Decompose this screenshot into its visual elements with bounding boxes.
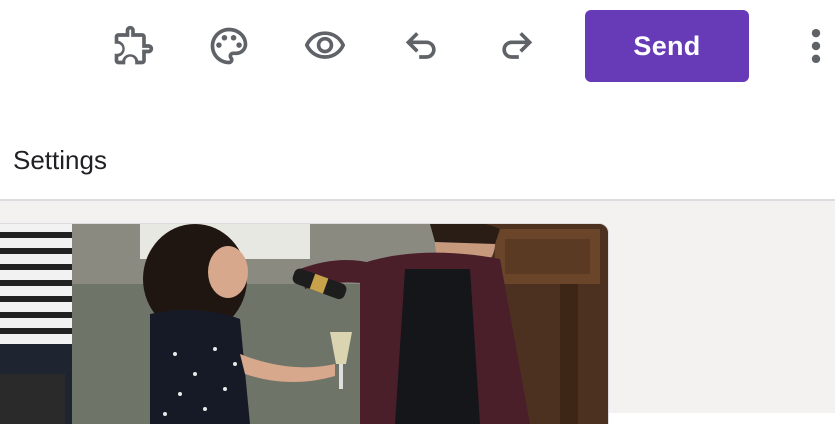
header-image bbox=[0, 223, 609, 424]
add-ons-icon[interactable] bbox=[107, 20, 159, 72]
send-button[interactable]: Send bbox=[585, 10, 749, 82]
customize-theme-icon[interactable] bbox=[203, 20, 255, 72]
form-canvas bbox=[0, 201, 835, 424]
preview-icon[interactable] bbox=[299, 20, 351, 72]
undo-icon[interactable] bbox=[395, 20, 447, 72]
form-tabs: Settings bbox=[0, 120, 835, 201]
tab-settings[interactable]: Settings bbox=[13, 145, 107, 176]
more-vert-icon[interactable] bbox=[798, 20, 834, 72]
redo-icon[interactable] bbox=[491, 20, 543, 72]
form-toolbar: Send bbox=[0, 0, 835, 95]
header-photo bbox=[0, 224, 608, 424]
